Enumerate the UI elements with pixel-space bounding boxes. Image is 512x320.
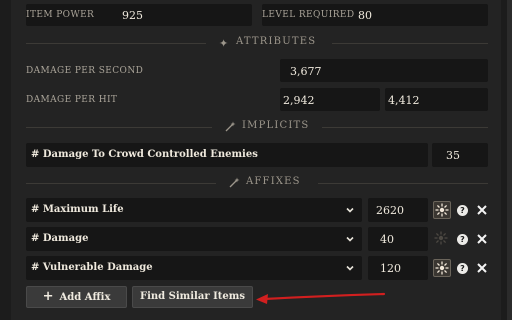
chevron-down-icon: [346, 265, 354, 271]
plus-icon: +: [42, 289, 54, 304]
divider: [318, 183, 488, 184]
affix-select[interactable]: # Vulnerable Damage: [26, 256, 362, 280]
affix-value: 120: [380, 262, 401, 275]
remove-affix-icon[interactable]: [476, 233, 488, 245]
dph-max-value: 4,412: [388, 94, 420, 107]
divider: [26, 127, 212, 128]
dph-label: DAMAGE PER HIT: [26, 95, 118, 105]
scrollbar[interactable]: [507, 0, 512, 320]
dph-min-value: 2,942: [283, 94, 315, 107]
chevron-down-icon: [346, 236, 354, 242]
dps-field[interactable]: 3,677: [280, 59, 488, 82]
level-required-value: 80: [358, 9, 372, 22]
dps-value: 3,677: [290, 65, 322, 78]
remove-affix-icon[interactable]: [476, 204, 488, 216]
divider: [332, 43, 488, 44]
affix-value: 2620: [376, 204, 404, 217]
divider: [322, 127, 488, 128]
affix-value: 40: [380, 233, 394, 246]
implicit-name-field[interactable]: # Damage To Crowd Controlled Enemies: [26, 143, 428, 167]
add-affix-button[interactable]: + Add Affix: [26, 286, 127, 308]
help-icon[interactable]: ?: [457, 205, 468, 216]
sparkle-icon: ✦: [219, 37, 229, 50]
wand-icon: [229, 177, 240, 188]
add-affix-label: Add Affix: [59, 292, 111, 303]
affix-name: # Maximum Life: [31, 204, 124, 215]
divider: [26, 43, 206, 44]
attributes-section-header: ✦ ATTRIBUTES: [26, 36, 488, 50]
implicits-section-header: IMPLICITS: [26, 120, 488, 134]
attributes-title: ATTRIBUTES: [236, 36, 317, 47]
affix-name: # Vulnerable Damage: [31, 262, 153, 273]
level-required-label: LEVEL REQUIRED: [262, 10, 355, 20]
annotation-arrow: [256, 292, 386, 304]
find-similar-label: Find Similar Items: [140, 291, 245, 302]
divider: [26, 183, 216, 184]
affix-select[interactable]: # Damage: [26, 227, 362, 251]
wand-icon: [225, 121, 236, 132]
sun-icon: [434, 231, 448, 245]
chevron-down-icon: [346, 207, 354, 213]
affixes-title: AFFIXES: [246, 176, 301, 187]
remove-affix-icon[interactable]: [476, 262, 488, 274]
implicit-value: 35: [446, 149, 460, 162]
item-power-value: 925: [122, 9, 143, 22]
sun-icon: [435, 261, 449, 275]
implicits-title: IMPLICITS: [242, 120, 310, 131]
find-similar-items-button[interactable]: Find Similar Items: [132, 286, 253, 308]
greater-affix-toggle[interactable]: [433, 230, 451, 248]
item-power-label: ITEM POWER: [26, 10, 95, 20]
affix-value-field[interactable]: 40: [368, 227, 428, 251]
help-icon[interactable]: ?: [457, 263, 468, 274]
affix-value-field[interactable]: 120: [368, 256, 428, 280]
greater-affix-toggle[interactable]: [433, 259, 451, 277]
affix-value-field[interactable]: 2620: [368, 198, 428, 222]
affixes-section-header: AFFIXES: [26, 176, 488, 190]
level-required-field[interactable]: LEVEL REQUIRED 80: [262, 4, 488, 26]
implicit-name: # Damage To Crowd Controlled Enemies: [31, 149, 258, 160]
dph-max-field[interactable]: 4,412: [385, 88, 488, 111]
affix-name: # Damage: [31, 233, 89, 244]
implicit-value-field[interactable]: 35: [432, 143, 488, 167]
dph-min-field[interactable]: 2,942: [280, 88, 380, 111]
help-icon[interactable]: ?: [457, 234, 468, 245]
sun-icon: [435, 203, 449, 217]
greater-affix-toggle[interactable]: [433, 201, 451, 219]
dps-label: DAMAGE PER SECOND: [26, 66, 144, 76]
item-power-field[interactable]: ITEM POWER 925: [26, 4, 252, 26]
affix-select[interactable]: # Maximum Life: [26, 198, 362, 222]
